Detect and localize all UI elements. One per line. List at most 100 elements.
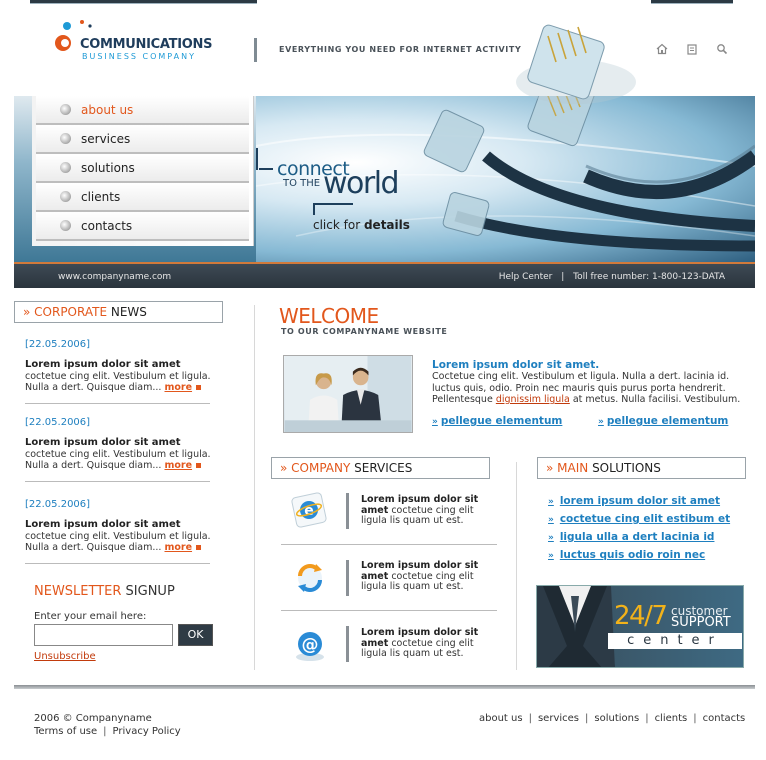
more-link[interactable]: more (164, 460, 192, 471)
double-arrow-icon: » (548, 533, 554, 543)
column-divider (516, 462, 517, 670)
divider (25, 481, 210, 482)
banner-click-for-details-link[interactable]: click for details (313, 218, 410, 232)
info-bar: www.companyname.com Help Center | Toll f… (14, 262, 755, 288)
nav-bullet-icon (60, 162, 71, 173)
title-accent: MAIN (557, 461, 589, 475)
nav-item-solutions[interactable]: solutions (36, 154, 249, 183)
banner-world-text: world (323, 166, 400, 201)
more-link[interactable]: more (164, 542, 192, 553)
terms-link[interactable]: Terms of use (34, 726, 97, 737)
top-decor-line-left (30, 0, 257, 4)
newsletter-title: NEWSLETTER SIGNUP (34, 584, 175, 599)
more-link[interactable]: more (164, 382, 192, 393)
news-date: [22.05.2006] (25, 417, 91, 428)
solution-link[interactable]: » luctus quis odio roin nec (548, 549, 705, 561)
email-field[interactable] (34, 624, 173, 646)
news-title[interactable]: Lorem ipsum dolor sit amet (25, 437, 181, 448)
email-at-icon[interactable]: @ (288, 625, 332, 665)
bookmark-icon[interactable] (686, 43, 698, 55)
title-rest: SERVICES (354, 461, 413, 475)
separator: | (561, 272, 565, 282)
double-arrow-icon: » (432, 417, 438, 427)
service-separator (346, 493, 349, 529)
footer-link-services[interactable]: services (538, 713, 579, 724)
toll-free-number: Toll free number: 1-800-123-DATA (573, 272, 725, 282)
svg-text:@: @ (302, 635, 319, 655)
copyright: 2006 © Companyname (34, 713, 152, 724)
newsletter-ok-button[interactable]: OK (178, 624, 213, 646)
arrow-icon: » (546, 461, 558, 475)
nav-item-services[interactable]: services (36, 125, 249, 154)
welcome-body-text: at metus. Nulla facilisi. Vestibulum. (572, 394, 741, 405)
divider (281, 544, 497, 545)
link-label: ligula ulla a dert lacinia id (559, 531, 715, 543)
column-divider (254, 305, 255, 670)
nav-item-label: about us (81, 102, 134, 117)
service-text: Lorem ipsum dolor sit amet coctetue cing… (361, 627, 496, 660)
support-center: center (608, 633, 742, 649)
arrow-icon: » (23, 305, 35, 319)
logo-title[interactable]: COMMUNICATIONS (80, 37, 212, 52)
nav-item-clients[interactable]: clients (36, 183, 249, 212)
unsubscribe-link[interactable]: Unsubscribe (34, 651, 96, 662)
banner-decor-line (256, 148, 258, 170)
service-separator (346, 626, 349, 662)
welcome-subtitle: TO OUR COMPANYNAME WEBSITE (281, 327, 448, 336)
search-icon[interactable] (716, 43, 728, 55)
solution-link[interactable]: » lorem ipsum dolor sit amet (548, 495, 720, 507)
banner-decor-line (313, 203, 353, 205)
home-icon[interactable] (656, 43, 668, 55)
separator: | (528, 713, 532, 724)
footer-link-clients[interactable]: clients (655, 713, 688, 724)
link-label: coctetue cing elit estibum et (559, 513, 731, 525)
footer-divider (14, 685, 755, 689)
title-accent: COMPANY (291, 461, 351, 475)
business-people-photo (283, 355, 413, 433)
privacy-link[interactable]: Privacy Policy (113, 726, 181, 737)
logo-subtitle: BUSINESS COMPANY (82, 52, 196, 61)
click-for-prefix: click for (313, 218, 361, 232)
footer-link-solutions[interactable]: solutions (594, 713, 639, 724)
divider (25, 563, 210, 564)
nav-bullet-icon (60, 133, 71, 144)
news-title[interactable]: Lorem ipsum dolor sit amet (25, 359, 181, 370)
nav-item-label: solutions (81, 160, 135, 175)
welcome-title: WELCOME (279, 304, 379, 328)
footer-nav: about us | services | solutions | clients | cont… (479, 713, 745, 724)
nav-item-label: services (81, 131, 131, 146)
click-for-details: details (363, 218, 410, 232)
website-url[interactable]: www.companyname.com (58, 272, 171, 282)
support-hours: 24/7 (614, 601, 668, 631)
pellegue-link-1[interactable]: » pellegue elementum (432, 415, 562, 427)
title-accent: CORPORATE (34, 305, 108, 319)
dignissim-link[interactable]: dignissim ligula (496, 394, 570, 405)
more-square-icon (196, 385, 202, 390)
refresh-icon[interactable] (288, 558, 332, 598)
header-separator (254, 38, 257, 62)
company-services-title: » COMPANY SERVICES (271, 457, 490, 479)
news-date: [22.05.2006] (25, 339, 91, 350)
footer-link-contacts[interactable]: contacts (703, 713, 746, 724)
solution-link[interactable]: » ligula ulla a dert lacinia id (548, 531, 714, 543)
internet-explorer-icon[interactable]: e (288, 491, 332, 531)
footer-legal-links: Terms of use | Privacy Policy (34, 726, 181, 737)
nav-item-about-us[interactable]: about us (36, 96, 249, 125)
nav-bullet-icon (60, 104, 71, 115)
welcome-heading: Lorem ipsum dolor sit amet. (432, 359, 600, 371)
nav-item-contacts[interactable]: contacts (36, 212, 249, 241)
footer-link-about-us[interactable]: about us (479, 713, 523, 724)
link-label: pellegue elementum (440, 415, 563, 427)
title-accent: NEWSLETTER (34, 584, 122, 599)
news-title[interactable]: Lorem ipsum dolor sit amet (25, 519, 181, 530)
pellegue-link-2[interactable]: » pellegue elementum (598, 415, 728, 427)
nav-item-label: contacts (81, 218, 133, 233)
news-date: [22.05.2006] (25, 499, 91, 510)
more-square-icon (196, 545, 202, 550)
news-body: coctetue cing elit. Vestibulum et ligula… (25, 449, 225, 471)
help-center-link[interactable]: Help Center (499, 272, 553, 282)
main-solutions-title: » MAIN SOLUTIONS (537, 457, 746, 479)
support-label: SUPPORT (671, 615, 731, 630)
solution-link[interactable]: » coctetue cing elit estibum et (548, 513, 730, 525)
banner-decor-line (259, 168, 273, 170)
